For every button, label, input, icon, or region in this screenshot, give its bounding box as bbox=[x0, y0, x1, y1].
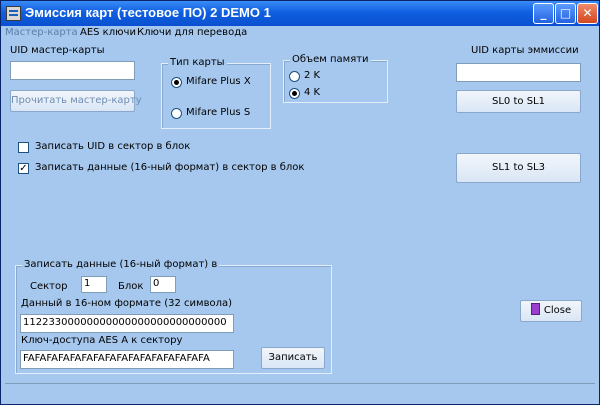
card-type-group: Тип карты bbox=[161, 57, 271, 129]
sector-label: Сектор bbox=[30, 281, 68, 292]
write-uid-checkbox[interactable] bbox=[18, 142, 29, 153]
sl1-to-sl3-button[interactable]: SL1 to SL3 bbox=[456, 153, 581, 183]
status-bar bbox=[5, 383, 595, 399]
card-type-title: Тип карты bbox=[168, 57, 227, 68]
radio-mifare-plus-x[interactable] bbox=[171, 77, 182, 88]
door-icon bbox=[530, 303, 540, 315]
close-window-button[interactable]: ✕ bbox=[577, 3, 598, 24]
read-master-card-button[interactable]: Прочитать мастер-карту bbox=[10, 90, 142, 112]
memory-title: Объем памяти bbox=[290, 54, 371, 65]
write-data-checkbox[interactable]: ✓ bbox=[18, 163, 29, 174]
radio-2k-label: 2 K bbox=[304, 70, 321, 81]
close-button[interactable]: Close bbox=[520, 300, 582, 322]
radio-2k[interactable] bbox=[289, 71, 300, 82]
block-field[interactable]: 0 bbox=[150, 276, 176, 293]
maximize-button[interactable]: □ bbox=[555, 3, 576, 24]
radio-mifare-plus-x-label: Mifare Plus X bbox=[186, 76, 251, 87]
app-icon bbox=[6, 6, 21, 21]
write-data-group-title: Записать данные (16-ный формат) в bbox=[22, 259, 220, 270]
radio-4k-label: 4 K bbox=[304, 87, 321, 98]
block-label: Блок bbox=[118, 281, 144, 292]
master-uid-label: UID мастер-карты bbox=[10, 45, 105, 56]
sector-field[interactable]: 1 bbox=[81, 276, 107, 293]
radio-mifare-plus-s[interactable] bbox=[171, 108, 182, 119]
window-title: Эмиссия карт (тестовое ПО) 2 DEMO 1 bbox=[25, 5, 271, 20]
radio-mifare-plus-s-label: Mifare Plus S bbox=[186, 107, 251, 118]
menu-transfer-keys[interactable]: Ключи для перевода bbox=[137, 27, 247, 38]
emission-uid-field[interactable] bbox=[456, 63, 581, 82]
aes-key-label: Ключ-доступа AES А к сектору bbox=[21, 335, 183, 346]
app-window: Эмиссия карт (тестовое ПО) 2 DEMO 1 _ □ … bbox=[0, 0, 600, 405]
emission-uid-label: UID карты эммиссии bbox=[471, 45, 579, 56]
radio-4k[interactable] bbox=[289, 88, 300, 99]
menu-master-card[interactable]: Мастер-карта bbox=[5, 27, 78, 38]
aes-key-field[interactable]: FAFAFAFAFAFAFAFAFAFAFAFAFAFAFAFA bbox=[20, 350, 234, 369]
menu-aes-keys[interactable]: AES ключи bbox=[80, 27, 136, 38]
sl0-to-sl1-button[interactable]: SL0 to SL1 bbox=[456, 90, 581, 113]
minimize-button[interactable]: _ bbox=[533, 3, 554, 24]
write-data-label: Записать данные (16-ный формат) в сектор… bbox=[35, 162, 305, 173]
master-uid-field[interactable] bbox=[10, 61, 135, 80]
close-button-label: Close bbox=[543, 305, 572, 316]
write-uid-label: Записать UID в сектор в блок bbox=[35, 141, 191, 152]
data-hex-label: Данный в 16-ном формате (32 символа) bbox=[21, 298, 232, 309]
menu-bar: Мастер-карта AES ключи Ключи для перевод… bbox=[1, 26, 599, 41]
data-hex-field[interactable]: 11223300000000000000000000000000 bbox=[20, 314, 234, 333]
title-bar[interactable]: Эмиссия карт (тестовое ПО) 2 DEMO 1 _ □ … bbox=[1, 1, 599, 26]
write-button[interactable]: Записать bbox=[261, 347, 325, 369]
